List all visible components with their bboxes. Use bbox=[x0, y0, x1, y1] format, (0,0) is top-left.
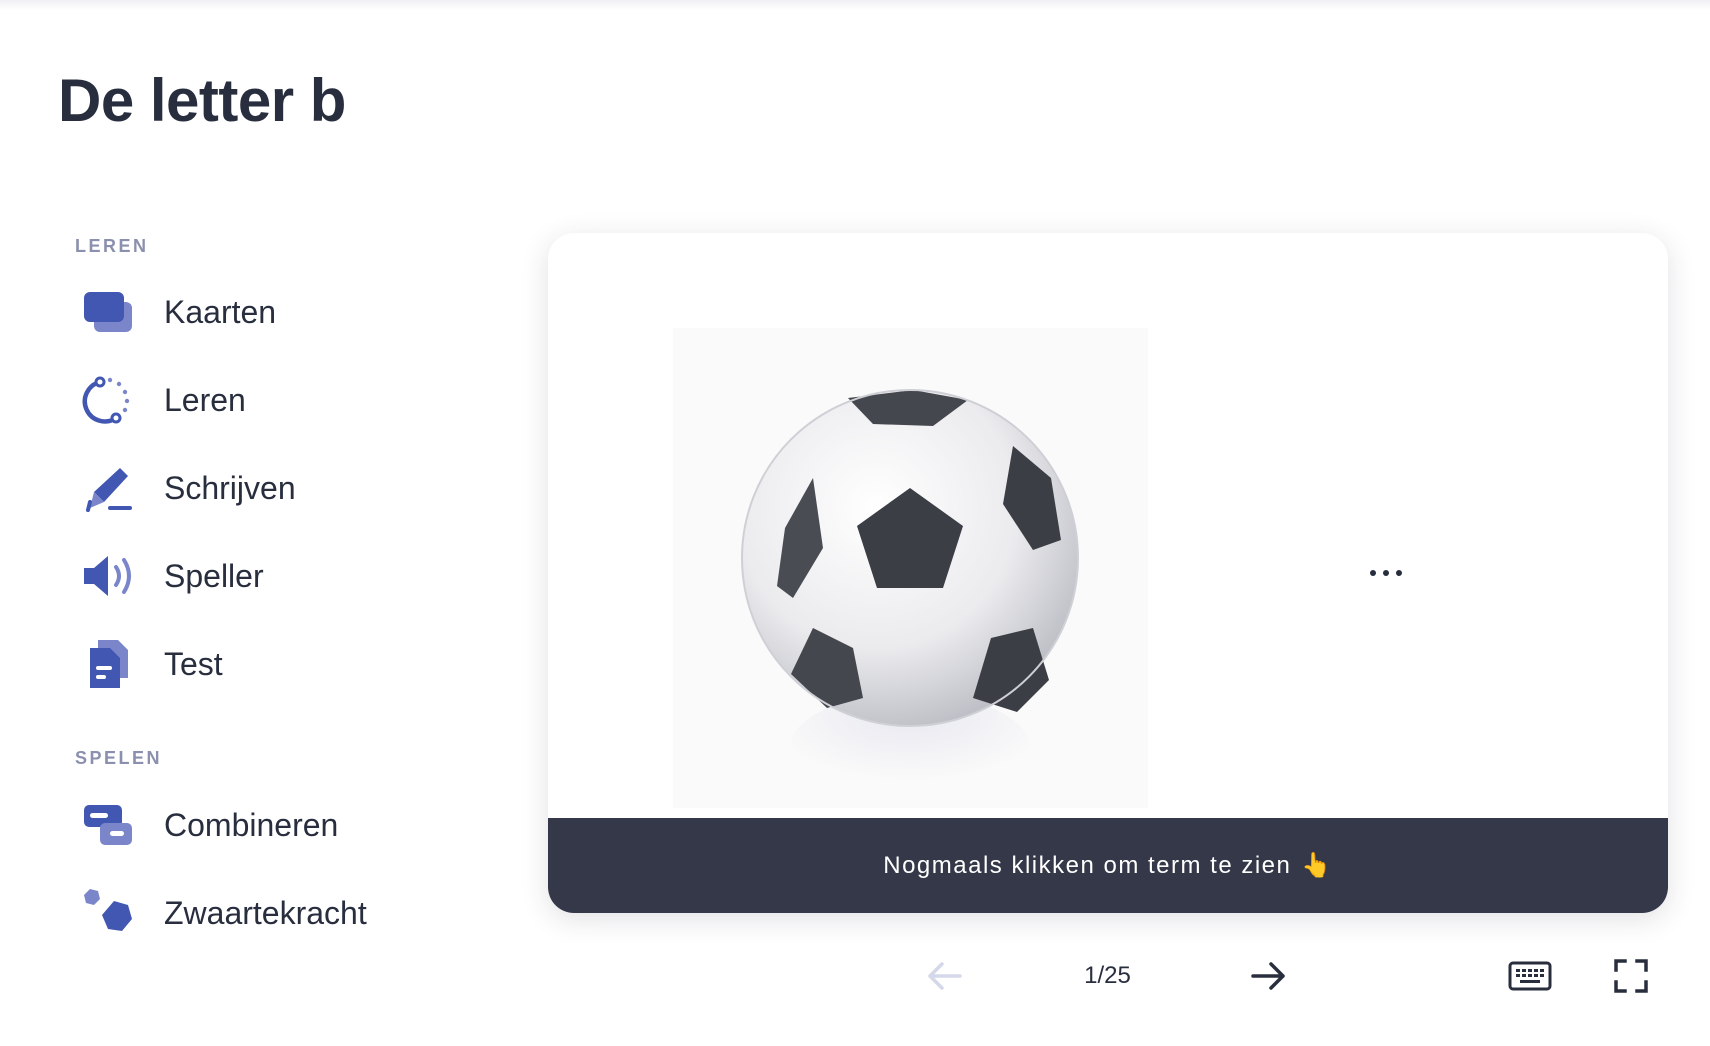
arrow-left-icon bbox=[926, 961, 964, 996]
nav-label-schrijven: Schrijven bbox=[164, 469, 296, 506]
soccer-ball-image bbox=[673, 328, 1148, 808]
dot bbox=[1396, 570, 1402, 576]
previous-card-button[interactable] bbox=[920, 955, 970, 1001]
nav-label-speller: Speller bbox=[164, 557, 264, 594]
nav-label-leren: Leren bbox=[164, 381, 246, 418]
test-document-icon bbox=[70, 634, 146, 694]
nav-label-zwaartekracht: Zwaartekracht bbox=[164, 894, 367, 931]
top-shadow bbox=[0, 0, 1710, 10]
nav-label-test: Test bbox=[164, 645, 223, 682]
fullscreen-button[interactable] bbox=[1606, 955, 1656, 1001]
card-options-menu[interactable] bbox=[1356, 558, 1416, 588]
section-label-spelen: SPELEN bbox=[75, 748, 163, 768]
arrow-right-icon bbox=[1249, 961, 1287, 996]
nav-item-combineren[interactable]: Combineren bbox=[70, 789, 430, 861]
flashcard[interactable]: Nogmaals klikken om term te zien 👆 bbox=[548, 233, 1668, 913]
section-label-leren: LEREN bbox=[75, 236, 149, 256]
fullscreen-icon bbox=[1613, 958, 1649, 999]
keyboard-icon bbox=[1508, 961, 1552, 996]
keyboard-shortcuts-button[interactable] bbox=[1504, 955, 1556, 1001]
card-counter: 1/25 bbox=[1084, 962, 1131, 989]
pointing-hand-emoji: 👆 bbox=[1301, 852, 1333, 879]
flip-hint-text: Nogmaals klikken om term te zien bbox=[883, 851, 1292, 879]
gravity-icon bbox=[70, 883, 146, 943]
nav-item-speller[interactable]: Speller bbox=[70, 540, 430, 612]
nav-item-kaarten[interactable]: Kaarten bbox=[70, 276, 430, 348]
speaker-icon bbox=[70, 546, 146, 606]
nav-item-zwaartekracht[interactable]: Zwaartekracht bbox=[70, 877, 430, 949]
page-title: De letter b bbox=[58, 67, 346, 134]
dot bbox=[1370, 570, 1376, 576]
match-icon bbox=[70, 795, 146, 855]
nav-item-leren[interactable]: Leren bbox=[70, 364, 430, 436]
nav-label-combineren: Combineren bbox=[164, 806, 339, 843]
nav-item-schrijven[interactable]: Schrijven bbox=[70, 452, 430, 524]
next-card-button[interactable] bbox=[1243, 955, 1293, 1001]
nav-item-test[interactable]: Test bbox=[70, 628, 430, 700]
write-pen-icon bbox=[70, 458, 146, 518]
dot bbox=[1383, 570, 1389, 576]
flip-hint-bar[interactable]: Nogmaals klikken om term te zien 👆 bbox=[548, 818, 1668, 913]
learn-cycle-icon bbox=[70, 370, 146, 430]
cards-icon bbox=[70, 282, 146, 342]
nav-label-kaarten: Kaarten bbox=[164, 293, 277, 330]
